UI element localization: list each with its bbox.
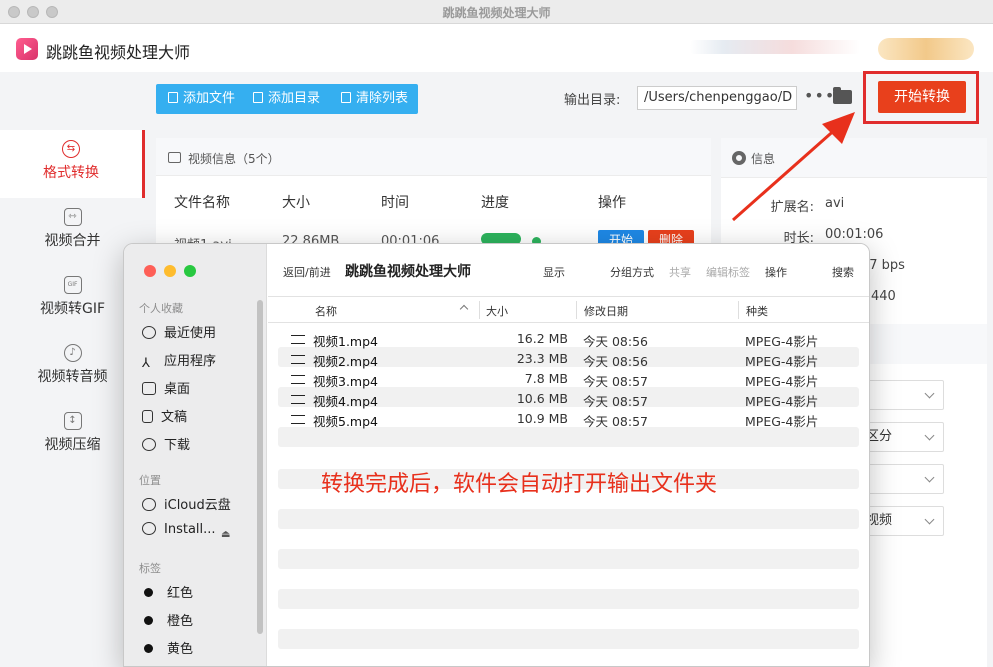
info-panel-title: 信息	[751, 152, 776, 166]
sidebar-item-format-convert[interactable]: ⇆ 格式转换	[0, 130, 145, 198]
row-stripe	[278, 427, 859, 447]
file-date: 今天 08:57	[583, 414, 648, 429]
app-header: 跳跳鱼视频处理大师	[0, 24, 993, 72]
file-kind: MPEG-4影片	[745, 354, 819, 369]
output-path-field[interactable]: /Users/chenpenggao/D	[637, 86, 797, 110]
video-file-icon	[291, 355, 305, 364]
video-file-icon	[291, 375, 305, 384]
file-row[interactable]: 视频3.mp4 7.8 MB 今天 08:57 MPEG-4影片	[278, 369, 859, 389]
open-folder-icon[interactable]	[833, 87, 852, 104]
gif-icon: GIF	[63, 276, 82, 294]
file-date: 今天 08:57	[583, 394, 648, 409]
file-size: 10.9 MB	[516, 411, 568, 426]
file-size: 10.6 MB	[516, 391, 568, 406]
sidebar-item-label: 视频转音频	[37, 369, 108, 385]
video-panel-header: 视频信息（5个）	[156, 138, 711, 176]
trash-icon	[341, 92, 351, 103]
info-panel-header: 信息	[721, 138, 987, 178]
video-file-icon	[291, 395, 305, 404]
file-name: 视频3.mp4	[313, 374, 378, 389]
file-size: 16.2 MB	[516, 331, 568, 346]
column-header-size: 大小	[282, 195, 310, 211]
user-account-blurred[interactable]	[690, 40, 860, 54]
sidebar-item-label: 视频转GIF	[39, 301, 106, 317]
video-info-panel: 视频信息（5个） 文件名称 大小 时间 进度 操作 视频1.avi 22.86M…	[156, 138, 711, 258]
clear-list-label: 清除列表	[356, 91, 409, 106]
info-value-duration: 00:01:06	[825, 227, 884, 242]
file-name: 视频4.mp4	[313, 394, 378, 409]
sidebar-item-label: 格式转换	[43, 165, 99, 181]
compress-icon: ↕	[63, 412, 82, 430]
audio-icon: ♪	[63, 344, 82, 362]
output-dir-label: 输出目录:	[564, 93, 621, 108]
gear-icon	[732, 151, 746, 165]
action-toolbar: 添加文件 添加目录 清除列表	[156, 84, 418, 114]
chevron-down-icon	[924, 430, 935, 441]
column-header-action: 操作	[598, 195, 626, 211]
more-options-button[interactable]: •••	[804, 86, 835, 105]
info-value-resolution: 440	[871, 289, 896, 304]
file-kind: MPEG-4影片	[745, 374, 819, 389]
clear-list-button[interactable]: 清除列表	[341, 84, 408, 114]
row-stripe	[278, 509, 859, 529]
row-stripe	[278, 589, 859, 609]
window-titlebar: 跳跳鱼视频处理大师	[0, 0, 993, 24]
merge-icon: ⇿	[63, 208, 82, 226]
add-folder-label: 添加目录	[268, 91, 321, 106]
column-header-name: 文件名称	[174, 195, 230, 211]
video-panel-title: 视频信息（5个）	[188, 152, 280, 166]
file-name: 视频1.mp4	[313, 334, 378, 349]
sidebar-item-label: 视频压缩	[44, 437, 101, 453]
column-header-progress: 进度	[481, 195, 509, 211]
vip-badge-blurred[interactable]	[878, 38, 974, 60]
file-kind: MPEG-4影片	[745, 394, 819, 409]
file-size: 7.8 MB	[524, 371, 568, 386]
row-stripe	[278, 629, 859, 649]
file-row[interactable]: 视频5.mp4 10.9 MB 今天 08:57 MPEG-4影片	[278, 409, 859, 429]
file-icon	[168, 92, 178, 103]
file-row[interactable]: 视频2.mp4 23.3 MB 今天 08:56 MPEG-4影片	[278, 349, 859, 369]
window-title: 跳跳鱼视频处理大师	[442, 6, 551, 20]
app-logo-icon	[16, 38, 38, 60]
chevron-down-icon	[924, 472, 935, 483]
file-name: 视频2.mp4	[313, 354, 378, 369]
file-size: 23.3 MB	[516, 351, 568, 366]
add-file-button[interactable]: 添加文件	[168, 84, 235, 114]
chevron-down-icon	[924, 514, 935, 525]
start-convert-button[interactable]: 开始转换	[878, 81, 966, 113]
column-header-time: 时间	[381, 195, 409, 211]
row-stripe	[278, 549, 859, 569]
folder-icon	[253, 92, 263, 103]
file-row[interactable]: 视频1.mp4 16.2 MB 今天 08:56 MPEG-4影片	[278, 329, 859, 349]
swap-icon: ⇆	[62, 140, 80, 158]
file-date: 今天 08:56	[583, 334, 648, 349]
video-file-icon	[291, 335, 305, 344]
image-icon	[168, 152, 181, 163]
video-file-icon	[291, 415, 305, 424]
file-date: 今天 08:56	[583, 354, 648, 369]
file-date: 今天 08:57	[583, 374, 648, 389]
file-name: 视频5.mp4	[313, 414, 378, 429]
add-file-label: 添加文件	[183, 91, 236, 106]
app-name: 跳跳鱼视频处理大师	[46, 43, 191, 62]
file-row[interactable]: 视频4.mp4 10.6 MB 今天 08:57 MPEG-4影片	[278, 389, 859, 409]
finder-file-list: 视频1.mp4 16.2 MB 今天 08:56 MPEG-4影片 视频2.mp4 23…	[123, 243, 870, 667]
info-value-extension: avi	[825, 196, 845, 211]
tutorial-annotation: 转换完成后，软件会自动打开输出文件夹	[321, 472, 718, 497]
file-kind: MPEG-4影片	[745, 414, 819, 429]
sidebar-item-label: 视频合并	[44, 233, 101, 249]
info-key-extension: 扩展名:	[770, 200, 814, 215]
file-kind: MPEG-4影片	[745, 334, 819, 349]
chevron-down-icon	[924, 388, 935, 399]
add-folder-button[interactable]: 添加目录	[253, 84, 320, 114]
